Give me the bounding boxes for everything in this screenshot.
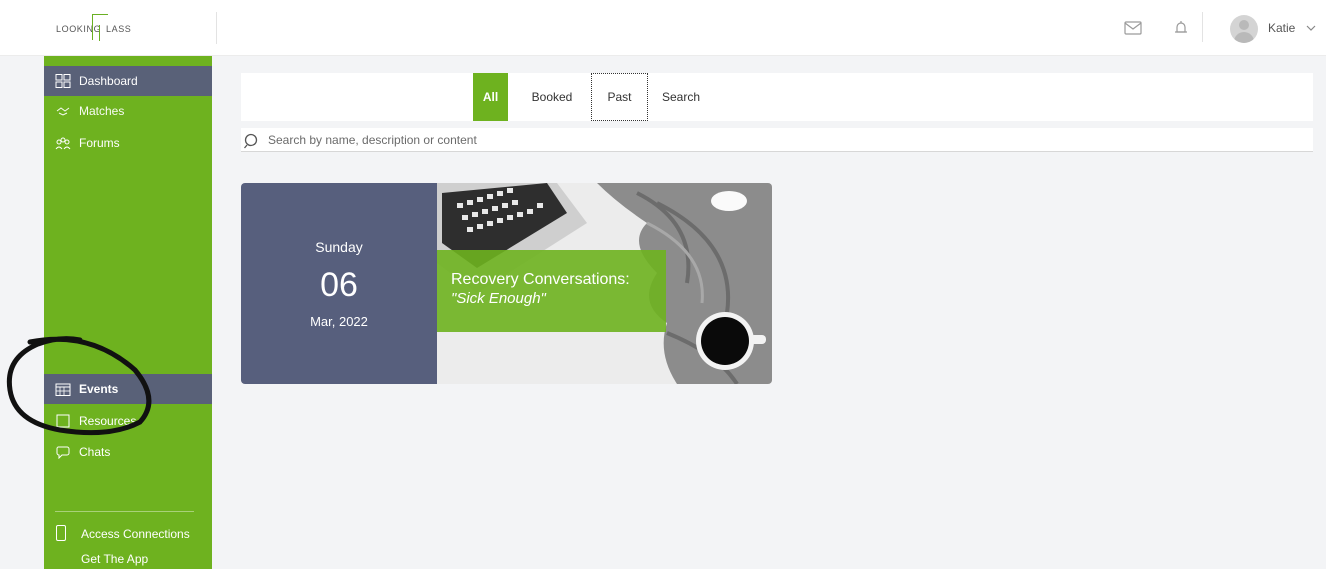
grid-icon — [55, 74, 71, 88]
access-connections-label: Access Connections — [81, 527, 190, 541]
logo-text-right: LASS — [106, 24, 132, 34]
sidebar-item-events[interactable]: Events — [44, 374, 212, 404]
search-input[interactable] — [268, 131, 968, 149]
sidebar-item-chats[interactable]: Chats — [44, 437, 212, 467]
event-title-overlay: Recovery Conversations: "Sick Enough" — [437, 250, 666, 332]
resources-icon — [56, 414, 70, 428]
sidebar-item-label: Chats — [79, 445, 111, 459]
sidebar-item-label: Forums — [79, 136, 120, 150]
chats-icon — [56, 446, 70, 459]
forums-icon — [55, 137, 71, 150]
tab-all[interactable]: All — [473, 73, 508, 121]
event-day-number: 06 — [320, 266, 358, 304]
phone-icon — [56, 525, 66, 541]
sidebar-item-resources[interactable]: Resources — [44, 406, 212, 436]
event-subtitle: "Sick Enough" — [451, 290, 546, 307]
avatar[interactable] — [1230, 15, 1258, 43]
sidebar-item-label: Dashboard — [79, 74, 138, 88]
sidebar-item-dashboard[interactable]: Dashboard — [44, 66, 212, 96]
matches-icon — [56, 107, 70, 116]
mail-icon[interactable] — [1124, 20, 1142, 36]
event-month-year: Mar, 2022 — [310, 314, 368, 329]
event-day-name: Sunday — [315, 239, 363, 255]
tab-booked[interactable]: Booked — [526, 73, 578, 121]
divider — [1202, 12, 1203, 42]
top-bar: LOOKING LASS Katie — [0, 0, 1326, 56]
calendar-icon — [55, 383, 71, 396]
get-the-app-link[interactable]: Get The App — [81, 552, 148, 566]
event-date-panel: Sunday 06 Mar, 2022 — [241, 183, 437, 384]
bell-icon[interactable] — [1172, 20, 1190, 36]
event-card[interactable]: Sunday 06 Mar, 2022 Recovery Conversatio… — [241, 183, 772, 384]
tab-past[interactable]: Past — [591, 73, 648, 121]
search-icon — [244, 133, 258, 149]
sidebar-separator — [55, 511, 194, 512]
sidebar-item-label: Matches — [79, 104, 125, 118]
logo[interactable]: LOOKING LASS — [44, 14, 164, 44]
sidebar-item-matches[interactable]: Matches — [44, 96, 212, 126]
username[interactable]: Katie — [1268, 21, 1295, 35]
sidebar-item-label: Events — [79, 382, 119, 396]
search-bar — [241, 128, 1313, 152]
event-tabs: All Booked Past Search — [241, 73, 1313, 121]
divider — [216, 12, 217, 44]
event-image: Recovery Conversations: "Sick Enough" — [437, 183, 772, 384]
event-title: Recovery Conversations: — [451, 271, 630, 288]
sidebar: Dashboard Matches Forums Events Resource… — [44, 56, 212, 569]
tab-search[interactable]: Search — [656, 73, 706, 121]
sidebar-item-label: Resources — [79, 414, 137, 428]
sidebar-item-forums[interactable]: Forums — [44, 128, 212, 158]
chevron-down-icon[interactable] — [1305, 22, 1317, 34]
